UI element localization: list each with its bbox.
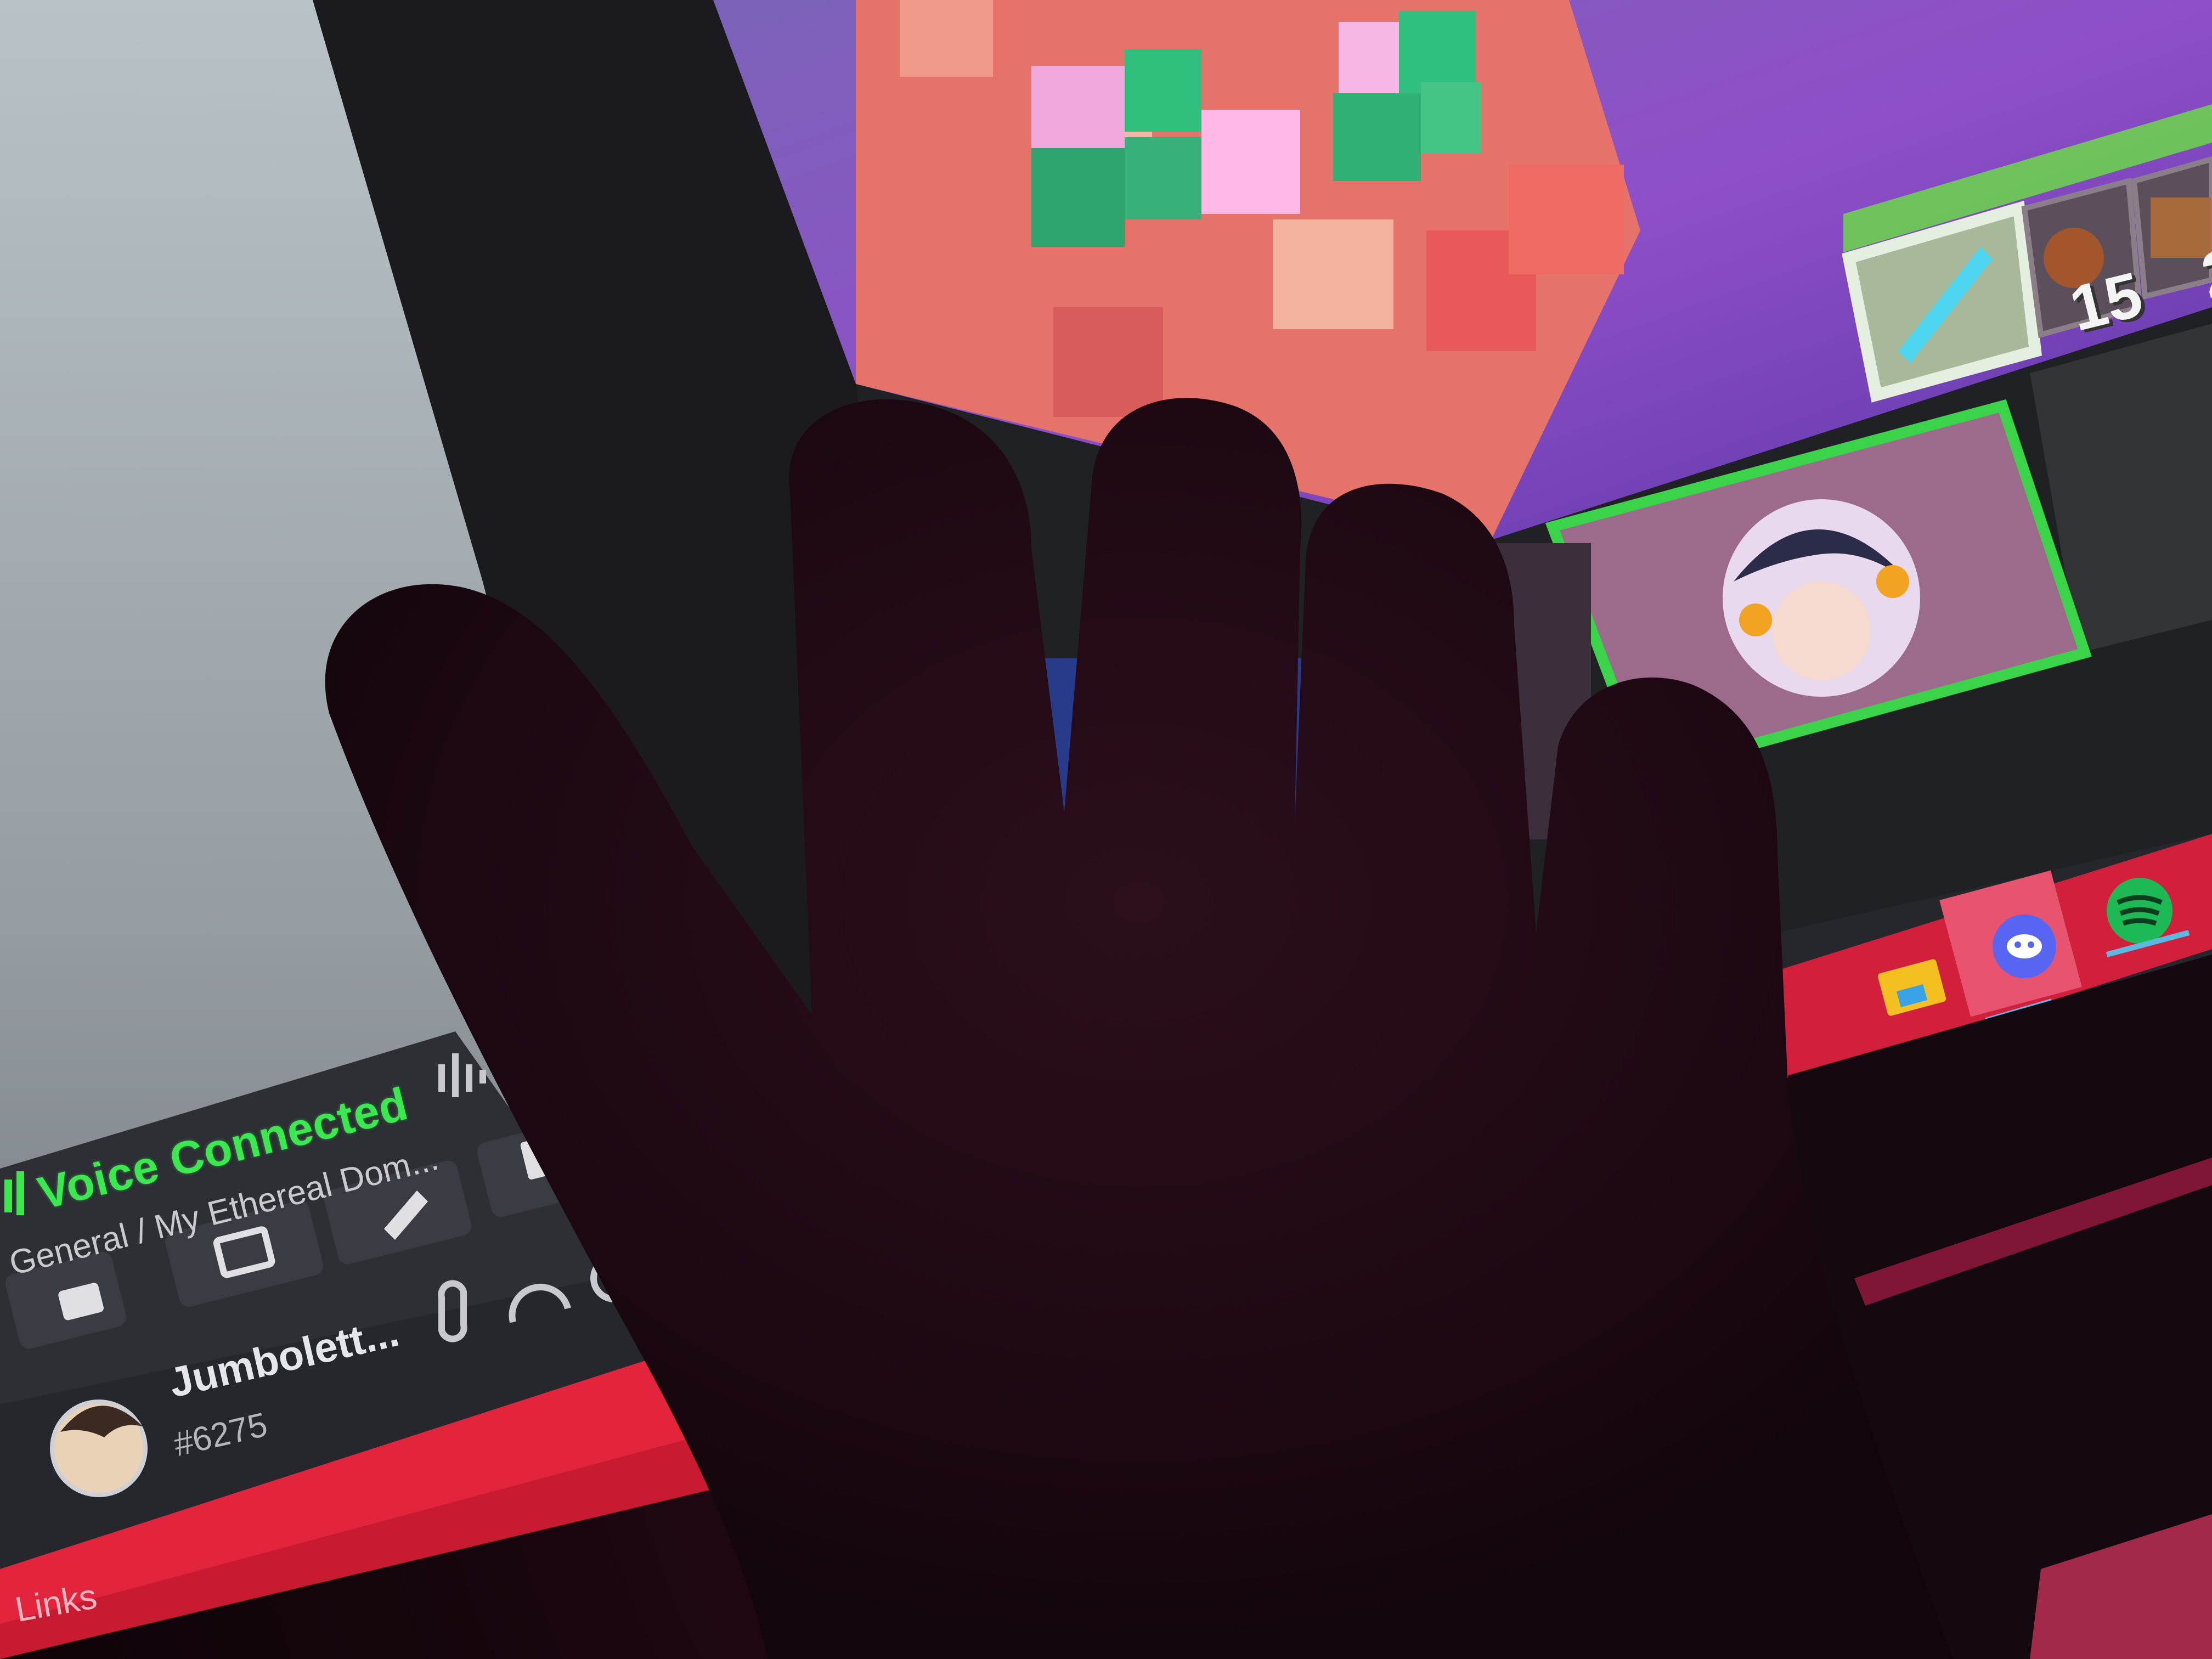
photo-scene: Voice Connected General / My Ethereal Do… xyxy=(0,0,2212,1659)
scene-graphics xyxy=(0,0,2212,1659)
